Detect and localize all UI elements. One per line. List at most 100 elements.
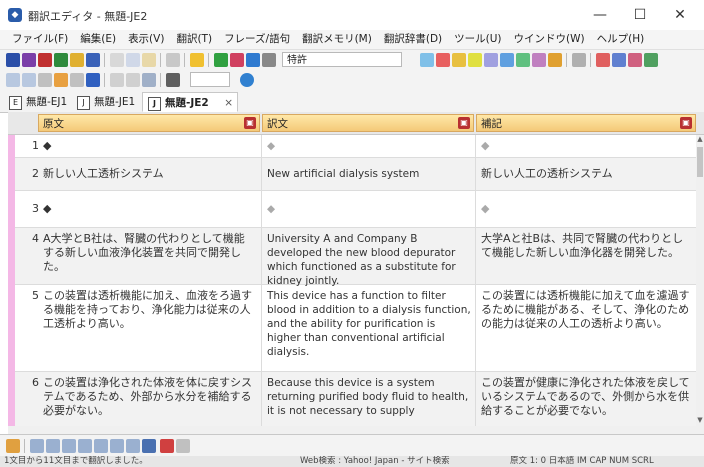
mail-icon[interactable] bbox=[532, 53, 546, 67]
table-icon[interactable] bbox=[126, 73, 140, 87]
translate-play-icon[interactable] bbox=[214, 53, 228, 67]
menu-translation-memory[interactable]: 翻訳メモリ(M) bbox=[296, 30, 378, 49]
save-icon[interactable] bbox=[86, 53, 100, 67]
memory-tool-icon[interactable] bbox=[644, 53, 658, 67]
table-row[interactable]: 2 新しい人工透析システム New artificial dialysis sy… bbox=[15, 158, 696, 191]
memory-register-icon[interactable] bbox=[612, 53, 626, 67]
menu-window[interactable]: ウインドウ(W) bbox=[508, 30, 591, 49]
target-view-icon[interactable] bbox=[62, 439, 76, 453]
settings-icon[interactable] bbox=[176, 439, 190, 453]
source-cell[interactable]: この装置は透析機能に加え、血液をろ過する機能を持っており、浄化能力は従来の人工透… bbox=[43, 289, 255, 331]
table-row[interactable]: 1 ◆ ◆ ◆ bbox=[15, 135, 696, 158]
source-cell[interactable]: ◆ bbox=[43, 202, 255, 216]
window-icon[interactable] bbox=[572, 53, 586, 67]
menu-view[interactable]: 表示(V) bbox=[122, 30, 170, 49]
translation-cell[interactable]: ◆ bbox=[267, 139, 471, 153]
tab-close-icon[interactable]: × bbox=[224, 93, 233, 113]
table-row[interactable]: 6 この装置は浄化された体液を体に戻すシステムであるため、外部から水分を補給する… bbox=[15, 372, 696, 426]
note-view-icon[interactable] bbox=[78, 439, 92, 453]
web-search-status[interactable]: Web検索 : Yahoo! Japan - サイト検索 bbox=[300, 456, 450, 467]
memory-search-icon[interactable] bbox=[596, 53, 610, 67]
source-cell[interactable]: A大学とB社は、腎臓の代わりとして機能する新しい血液浄化装置を共同で開発した。 bbox=[43, 232, 255, 274]
memory-list-icon[interactable] bbox=[628, 53, 642, 67]
cut-icon[interactable] bbox=[110, 53, 124, 67]
source-cell[interactable]: この装置は浄化された体液を体に戻すシステムであるため、外部から水分を補給する必要… bbox=[43, 376, 255, 418]
note-cell[interactable]: この装置が健康に浄化された体液を戻しているシステムであるので、外側から水を供給す… bbox=[481, 376, 691, 418]
insert-icon[interactable] bbox=[110, 73, 124, 87]
list-view-icon[interactable] bbox=[110, 439, 124, 453]
memo-icon[interactable] bbox=[452, 53, 466, 67]
scroll-down-icon[interactable]: ▼ bbox=[696, 416, 704, 426]
menu-help[interactable]: ヘルプ(H) bbox=[591, 30, 651, 49]
chart-icon[interactable] bbox=[548, 53, 562, 67]
vertical-scrollbar[interactable]: ▲ ▼ bbox=[696, 135, 704, 426]
source-view-icon[interactable] bbox=[46, 439, 60, 453]
print-icon[interactable] bbox=[166, 53, 180, 67]
field-dropdown[interactable]: 特許 bbox=[282, 52, 402, 67]
refresh-icon[interactable] bbox=[38, 73, 52, 87]
stop-icon[interactable] bbox=[262, 53, 276, 67]
table-row[interactable]: 4 A大学とB社は、腎臓の代わりとして機能する新しい血液浄化装置を共同で開発した… bbox=[15, 228, 696, 287]
translation-cell[interactable]: New artificial dialysis system bbox=[267, 167, 471, 181]
table-row[interactable]: 3 ◆ ◆ ◆ bbox=[15, 191, 696, 228]
horizontal-scrollbar[interactable] bbox=[8, 426, 704, 434]
compare-icon[interactable] bbox=[516, 53, 530, 67]
back-icon[interactable] bbox=[6, 73, 20, 87]
split-view-icon[interactable] bbox=[30, 439, 44, 453]
translation-cell[interactable]: ◆ bbox=[267, 202, 471, 216]
column-header-translation[interactable]: 訳文 ▣ bbox=[262, 114, 474, 132]
maximize-button[interactable]: ☐ bbox=[620, 4, 660, 26]
column-header-source[interactable]: 原文 ▣ bbox=[38, 114, 260, 132]
align-icon[interactable] bbox=[484, 53, 498, 67]
translation-cell[interactable]: Because this device is a system returnin… bbox=[267, 376, 471, 418]
dict-lookup-icon[interactable] bbox=[420, 53, 434, 67]
column-menu-icon[interactable]: ▣ bbox=[458, 117, 470, 129]
translation-cell[interactable]: This device has a function to filter blo… bbox=[267, 289, 471, 359]
dict-register-icon[interactable] bbox=[436, 53, 450, 67]
home-icon[interactable] bbox=[54, 73, 68, 87]
minimize-button[interactable]: — bbox=[580, 4, 620, 26]
open-folder-icon[interactable] bbox=[70, 53, 84, 67]
paste-icon[interactable] bbox=[142, 53, 156, 67]
outline-view-icon[interactable] bbox=[126, 439, 140, 453]
column-header-note[interactable]: 補記 ▣ bbox=[476, 114, 696, 132]
note-cell[interactable]: 大学Aと社Bは、共同で腎臓の代わりとして機能した新しい血浄化器を開発した。 bbox=[481, 232, 691, 260]
new-doc-icon[interactable] bbox=[38, 53, 52, 67]
close-button[interactable]: ✕ bbox=[660, 4, 700, 26]
forward-icon[interactable] bbox=[22, 73, 36, 87]
warning-icon[interactable] bbox=[6, 439, 20, 453]
tab-ej1[interactable]: E 無題-EJ1 bbox=[4, 92, 72, 112]
view-mode-icon[interactable] bbox=[166, 73, 180, 87]
column-menu-icon[interactable]: ▣ bbox=[244, 117, 256, 129]
image-icon[interactable] bbox=[142, 73, 156, 87]
menu-file[interactable]: ファイル(F) bbox=[6, 30, 74, 49]
note-cell[interactable]: ◆ bbox=[481, 139, 691, 153]
copy-icon[interactable] bbox=[126, 53, 140, 67]
source-cell[interactable]: 新しい人工透析システム bbox=[43, 167, 255, 181]
menu-edit[interactable]: 編集(E) bbox=[74, 30, 122, 49]
edit-icon[interactable] bbox=[70, 73, 84, 87]
highlight-icon[interactable] bbox=[468, 53, 482, 67]
menu-tools[interactable]: ツール(U) bbox=[448, 30, 507, 49]
note-cell[interactable]: 新しい人工の透析システム bbox=[481, 167, 691, 181]
column-menu-icon[interactable]: ▣ bbox=[680, 117, 692, 129]
compare-view-icon[interactable] bbox=[142, 439, 156, 453]
note-cell[interactable]: ◆ bbox=[481, 202, 691, 216]
grid-view-icon[interactable] bbox=[94, 439, 108, 453]
translate-step-icon[interactable] bbox=[230, 53, 244, 67]
view-dropdown[interactable] bbox=[190, 72, 230, 87]
layout-icon[interactable] bbox=[500, 53, 514, 67]
menu-phrase[interactable]: フレーズ/語句 bbox=[218, 30, 296, 49]
scroll-up-icon[interactable]: ▲ bbox=[696, 135, 704, 145]
table-row[interactable]: 5 この装置は透析機能に加え、血液をろ過する機能を持っており、浄化能力は従来の人… bbox=[15, 285, 696, 372]
scroll-thumb[interactable] bbox=[697, 147, 703, 177]
web-search-icon[interactable] bbox=[240, 73, 254, 87]
format-icon[interactable] bbox=[86, 73, 100, 87]
new-je-icon[interactable] bbox=[6, 53, 20, 67]
menu-translate[interactable]: 翻訳(T) bbox=[170, 30, 218, 49]
translate-back-icon[interactable] bbox=[246, 53, 260, 67]
tab-je2[interactable]: J 無題-JE2 × bbox=[142, 92, 238, 112]
tab-je1[interactable]: J 無題-JE1 bbox=[72, 92, 142, 112]
help-icon[interactable] bbox=[190, 53, 204, 67]
note-cell[interactable]: この装置には透析機能に加えて血を濾過するために機能がある、そして、浄化のための能… bbox=[481, 289, 691, 331]
